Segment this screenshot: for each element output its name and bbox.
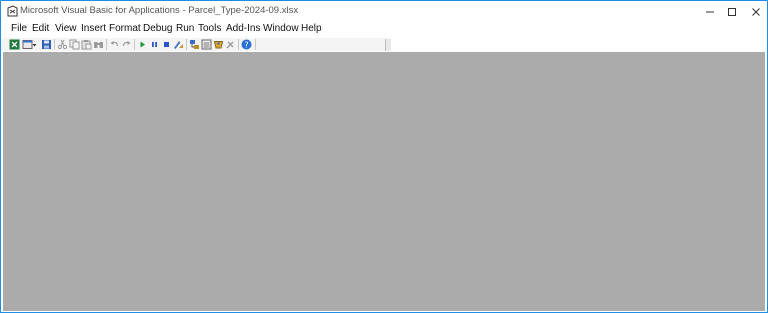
properties-window-icon[interactable] (201, 39, 212, 50)
menu-file[interactable]: File (11, 23, 27, 34)
minimize-icon (706, 11, 714, 13)
paste-icon[interactable] (81, 39, 92, 50)
find-icon[interactable] (93, 39, 104, 50)
help-icon[interactable]: ? (241, 39, 252, 50)
menu-tools[interactable]: Tools (198, 23, 221, 34)
title-bar[interactable]: Microsoft Visual Basic for Applications … (1, 1, 767, 23)
menu-view[interactable]: View (55, 23, 77, 34)
toolbar-separator (255, 39, 256, 50)
toolbox-icon[interactable] (225, 39, 236, 50)
save-icon[interactable] (41, 39, 52, 50)
menu-edit[interactable]: Edit (32, 23, 49, 34)
menu-format[interactable]: Format (109, 23, 141, 34)
project-explorer-icon[interactable] (189, 39, 200, 50)
toolbar-separator (54, 39, 55, 50)
menu-debug[interactable]: Debug (143, 23, 172, 34)
window-title: Microsoft Visual Basic for Applications … (20, 5, 299, 16)
cut-icon[interactable] (57, 39, 68, 50)
menu-bar: File Edit View Insert Format Debug Run T… (1, 22, 767, 38)
close-button[interactable] (745, 4, 767, 20)
redo-icon[interactable] (121, 39, 132, 50)
menu-help[interactable]: Help (301, 23, 322, 34)
menu-window[interactable]: Window (263, 23, 299, 34)
toolbar-separator (186, 39, 187, 50)
run-icon[interactable] (137, 39, 148, 50)
menu-add-ins[interactable]: Add-Ins (226, 23, 260, 34)
undo-icon[interactable] (109, 39, 120, 50)
chevron-down-icon[interactable] (32, 39, 37, 50)
toolbar-separator (106, 39, 107, 50)
toolbar-separator (238, 39, 239, 50)
toolbar-separator (134, 39, 135, 50)
maximize-button[interactable] (721, 4, 743, 20)
copy-icon[interactable] (69, 39, 80, 50)
toolbar-options-grip[interactable] (385, 39, 391, 51)
menu-insert[interactable]: Insert (81, 23, 106, 34)
design-mode-icon[interactable] (173, 39, 184, 50)
vba-editor-window: Microsoft Visual Basic for Applications … (0, 0, 768, 313)
menu-run[interactable]: Run (176, 23, 194, 34)
svg-text:?: ? (244, 40, 248, 49)
object-browser-icon[interactable] (213, 39, 224, 50)
reset-icon[interactable] (161, 39, 172, 50)
excel-view-icon[interactable] (9, 39, 20, 50)
standard-toolbar: ? (1, 38, 389, 51)
maximize-icon (728, 8, 736, 16)
mdi-workspace[interactable] (3, 52, 765, 311)
break-icon[interactable] (149, 39, 160, 50)
vba-app-icon (7, 5, 18, 17)
close-icon (752, 8, 760, 16)
minimize-button[interactable] (699, 4, 721, 20)
